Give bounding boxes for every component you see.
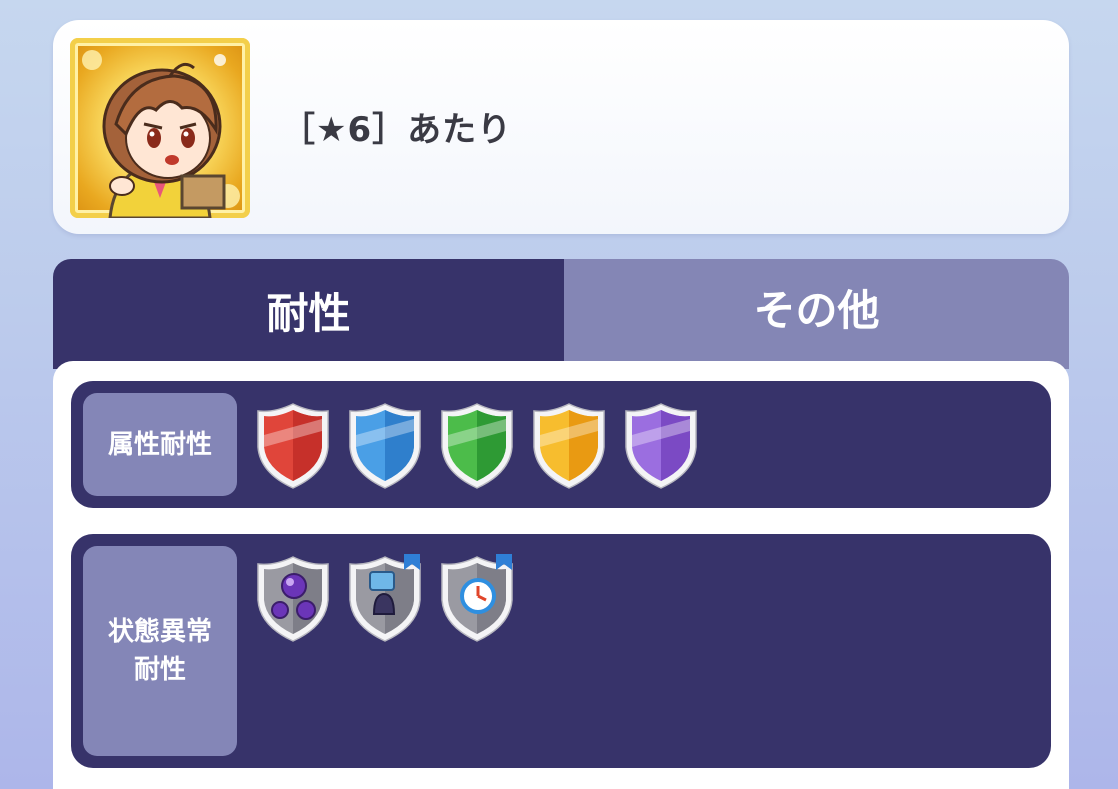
attribute-resistance-label: 属性耐性 — [83, 393, 237, 496]
purple-shield-icon[interactable] — [622, 401, 700, 491]
red-shield-icon[interactable] — [254, 401, 332, 491]
attribute-shield-list — [254, 401, 700, 491]
character-header: ［★6］あたり — [53, 20, 1069, 234]
green-shield-icon[interactable] — [438, 401, 516, 491]
tab-resistance[interactable]: 耐性 — [53, 259, 564, 369]
tab-other[interactable]: その他 — [564, 259, 1069, 369]
character-portrait[interactable] — [70, 38, 250, 218]
tab-content: 属性耐性 状態異常 耐性 — [53, 361, 1069, 789]
tab-resistance-label: 耐性 — [266, 288, 351, 338]
poison-shield-icon[interactable] — [254, 554, 332, 644]
attribute-resistance-row: 属性耐性 — [71, 381, 1051, 508]
status-resistance-label: 状態異常 耐性 — [83, 546, 237, 756]
info-panel: 耐性 その他 属性耐性 状態異常 耐性 — [53, 259, 1069, 789]
yellow-shield-icon[interactable] — [530, 401, 608, 491]
character-name: ［★6］あたり — [281, 110, 513, 150]
clock-shield-icon[interactable] — [438, 554, 516, 644]
tab-other-label: その他 — [753, 285, 880, 335]
status-resistance-row: 状態異常 耐性 — [71, 534, 1051, 768]
status-shield-list — [254, 554, 516, 644]
blue-shield-icon[interactable] — [346, 401, 424, 491]
lock-shield-icon[interactable] — [346, 554, 424, 644]
